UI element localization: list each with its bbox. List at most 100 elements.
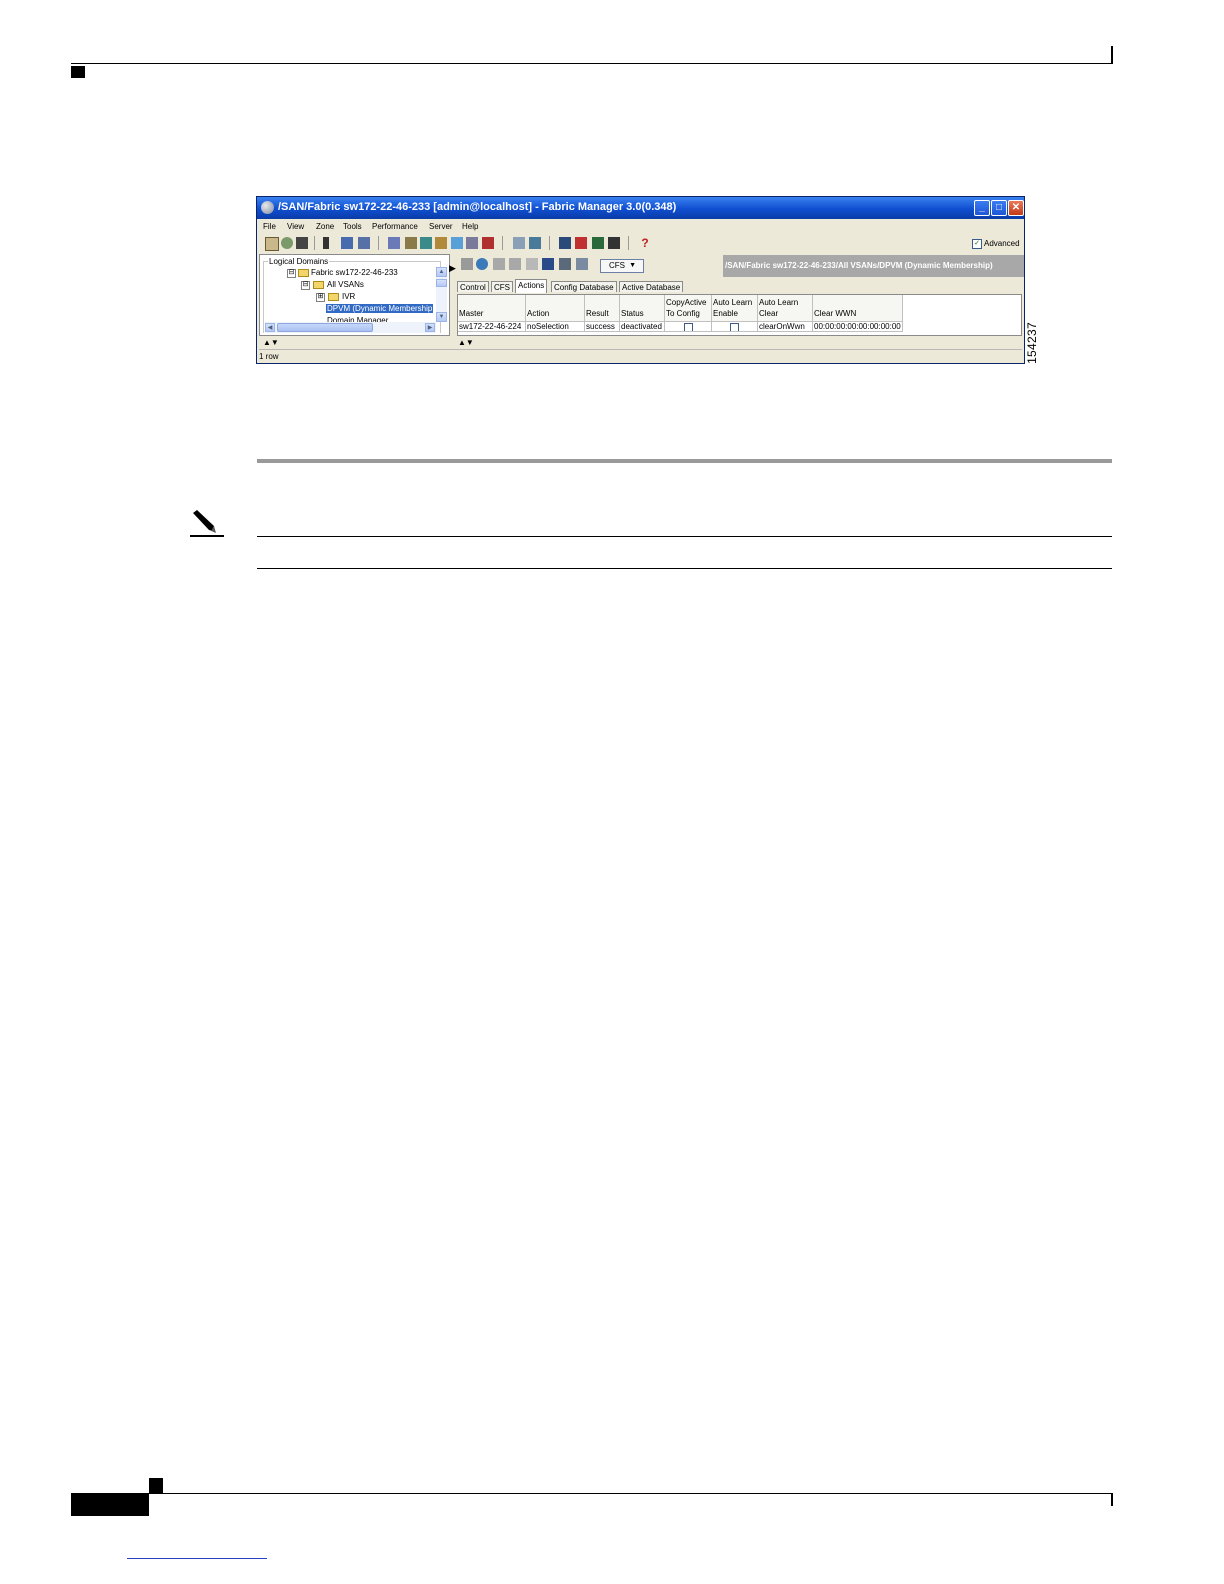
apply-icon[interactable] (461, 258, 473, 270)
main-toolbar: ? ✓ Advanced (257, 234, 1024, 252)
menu-tools[interactable]: Tools (343, 222, 362, 231)
scroll-down-icon[interactable]: ▼ (436, 312, 447, 322)
header-rule (71, 63, 1113, 64)
security-icon[interactable] (559, 237, 571, 249)
cell-master[interactable]: sw172-22-46-224 (458, 321, 526, 332)
terminal-icon[interactable] (608, 237, 620, 249)
panel-title: Logical Domains (268, 257, 330, 266)
menu-server[interactable]: Server (429, 222, 453, 231)
column-header-master[interactable]: Master (458, 295, 526, 321)
app-icon (261, 201, 274, 214)
column-header-autolearn-enable[interactable]: Auto Learn Enable (712, 295, 758, 321)
header-marker (71, 66, 85, 78)
tab-actions[interactable]: Actions (515, 279, 548, 293)
expand-icon[interactable]: ⊞ (316, 293, 325, 302)
maximize-button[interactable]: □ (991, 200, 1007, 216)
tree-item-all-vsans[interactable]: All VSANs (327, 280, 364, 289)
ivr-icon[interactable] (420, 237, 432, 249)
device-icon[interactable] (435, 237, 447, 249)
minimize-button[interactable]: _ (974, 200, 990, 216)
tree-horizontal-scrollbar[interactable]: ◀ ▶ (265, 322, 436, 333)
collapse-arrows-icon[interactable]: ▲▼ (263, 338, 279, 347)
copyactive-checkbox[interactable] (684, 323, 693, 331)
scroll-thumb[interactable] (436, 279, 447, 287)
menu-file[interactable]: File (263, 222, 276, 231)
column-header-action[interactable]: Action (526, 295, 585, 321)
figure-number: 154237 (1022, 322, 1042, 368)
cell-action[interactable]: noSelection (526, 321, 585, 332)
column-header-status[interactable]: Status (620, 295, 665, 321)
toolbar-separator (549, 236, 550, 250)
save-icon[interactable] (542, 258, 554, 270)
collapse-icon[interactable]: ⊟ (287, 269, 296, 278)
scroll-right-icon[interactable]: ▶ (425, 323, 435, 332)
context-path-bar: /SAN/Fabric sw172-22-46-233/All VSANs/DP… (723, 255, 1024, 277)
report-icon[interactable] (482, 237, 494, 249)
cell-status: deactivated (620, 321, 665, 332)
menu-help[interactable]: Help (462, 222, 478, 231)
column-header-autolearn-clear[interactable]: Auto Learn Clear (758, 295, 813, 321)
open-icon[interactable] (265, 237, 279, 251)
toolbar-separator (628, 236, 629, 250)
note-rule-bottom (257, 568, 1112, 569)
footer-page-tab (71, 1494, 149, 1516)
column-header-copyactive[interactable]: CopyActive To Config (665, 295, 712, 321)
toolbar-separator (502, 236, 503, 250)
menu-zone[interactable]: Zone (316, 222, 334, 231)
autolearn-enable-checkbox[interactable] (730, 323, 739, 331)
refresh-icon[interactable] (476, 258, 488, 270)
lock-icon[interactable] (341, 237, 353, 249)
scroll-up-icon[interactable]: ▲ (436, 267, 447, 277)
copy-icon[interactable] (493, 258, 505, 270)
monitor-icon[interactable] (592, 237, 604, 249)
discover-icon[interactable] (281, 237, 293, 249)
export-icon[interactable] (576, 258, 588, 270)
footer-rule (71, 1493, 1113, 1494)
actions-table: Master Action Result Status CopyActive To… (457, 294, 1022, 336)
footer-tick (1111, 1494, 1113, 1506)
flow-icon[interactable] (529, 237, 541, 249)
column-header-result[interactable]: Result (585, 295, 620, 321)
logical-domains-panel: Logical Domains ⊟ Fabric sw172-22-46-233… (259, 254, 450, 336)
cfs-dropdown[interactable]: CFS ▼ (600, 259, 644, 273)
advanced-checkbox[interactable]: ✓ (972, 239, 982, 249)
tab-config-database[interactable]: Config Database (551, 281, 617, 292)
scroll-thumb[interactable] (277, 323, 373, 332)
footer-marker (149, 1478, 163, 1493)
switch-icon[interactable] (388, 237, 400, 249)
cfs-label: CFS (609, 261, 625, 270)
lock-red-icon[interactable] (575, 237, 587, 249)
row-count: 1 row (259, 352, 279, 361)
undo-icon[interactable] (526, 258, 538, 270)
title-bar[interactable]: /SAN/Fabric sw172-22-46-233 [admin@local… (257, 197, 1024, 219)
menu-view[interactable]: View (287, 222, 304, 231)
tree-vertical-scrollbar[interactable]: ▲ ▼ (436, 267, 447, 322)
cell-autolearn-clear[interactable]: clearOnWwn (758, 321, 813, 332)
list-icon[interactable] (323, 237, 329, 249)
compare-icon[interactable] (466, 237, 478, 249)
collapse-icon[interactable]: ⊟ (301, 281, 310, 290)
cell-clear-wwn[interactable]: 00:00:00:00:00:00:00:00 (813, 321, 903, 332)
tree-item-ivr[interactable]: IVR (342, 292, 355, 301)
users-icon[interactable] (358, 237, 370, 249)
tree-item-dpvm[interactable]: DPVM (Dynamic Membership (326, 304, 434, 313)
tab-control[interactable]: Control (457, 281, 489, 292)
close-button[interactable]: ✕ (1008, 200, 1024, 216)
tree-item-fabric[interactable]: Fabric sw172-22-46-233 (311, 268, 398, 277)
tab-active-database[interactable]: Active Database (619, 281, 684, 292)
tab-cfs[interactable]: CFS (491, 281, 513, 292)
menu-performance[interactable]: Performance (372, 222, 418, 231)
scroll-left-icon[interactable]: ◀ (265, 323, 275, 332)
print-icon[interactable] (559, 258, 571, 270)
figure-id-text: 154237 (1025, 322, 1039, 364)
zone-icon[interactable] (405, 237, 417, 249)
binoculars-icon[interactable] (296, 237, 308, 249)
topology-icon[interactable] (513, 237, 525, 249)
advanced-toggle[interactable]: ✓ Advanced (972, 239, 1020, 249)
paste-icon[interactable] (509, 258, 521, 270)
help-icon[interactable]: ? (639, 237, 651, 249)
column-header-clear-wwn[interactable]: Clear WWN (813, 295, 903, 321)
collapse-arrows-icon[interactable]: ▲▼ (458, 338, 474, 347)
chart-icon[interactable] (451, 237, 463, 249)
footer-link-underline[interactable] (127, 1558, 267, 1559)
